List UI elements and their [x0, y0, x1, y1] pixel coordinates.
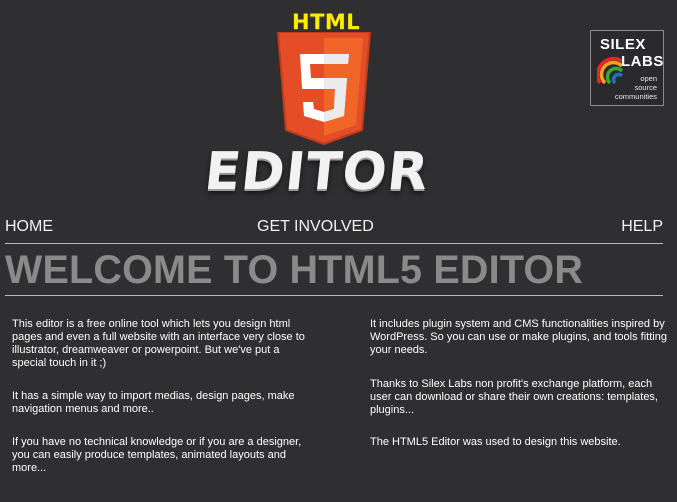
tagline-line: open — [640, 74, 657, 83]
tagline-line: communities — [614, 92, 657, 101]
divider-bottom — [5, 295, 663, 296]
credit-paragraph: The HTML5 Editor was used to design this… — [370, 436, 621, 448]
nav-help-link[interactable]: HELP — [621, 218, 663, 236]
nav-get-involved-link[interactable]: GET INVOLVED — [257, 218, 374, 236]
html5-shield-icon — [276, 32, 372, 146]
main-nav: HOME GET INVOLVED HELP — [5, 218, 663, 240]
silex-title-line1: SILEX — [600, 36, 646, 53]
page-title: WELCOME TO HTML5 EDITOR — [5, 248, 584, 292]
exchange-paragraph: Thanks to Silex Labs non profit's exchan… — [370, 378, 658, 416]
nav-home-link[interactable]: HOME — [5, 218, 53, 236]
silex-tagline: open source communities — [595, 74, 657, 101]
intro-paragraph: This editor is a free online tool which … — [12, 318, 305, 369]
silex-labs-badge[interactable]: SILEX LABS open source communities — [590, 30, 664, 106]
tagline-line: source — [634, 83, 657, 92]
logo-html-text: HTML — [292, 10, 361, 34]
html5-editor-logo: HTML EDITOR — [200, 6, 445, 206]
logo-editor-text: EDITOR — [201, 142, 432, 202]
divider-top — [5, 243, 663, 244]
silex-title-line2: LABS — [621, 53, 664, 70]
media-paragraph: It has a simple way to import medias, de… — [12, 390, 295, 415]
plugin-paragraph: It includes plugin system and CMS functi… — [370, 318, 667, 356]
designer-paragraph: If you have no technical knowledge or if… — [12, 436, 302, 474]
